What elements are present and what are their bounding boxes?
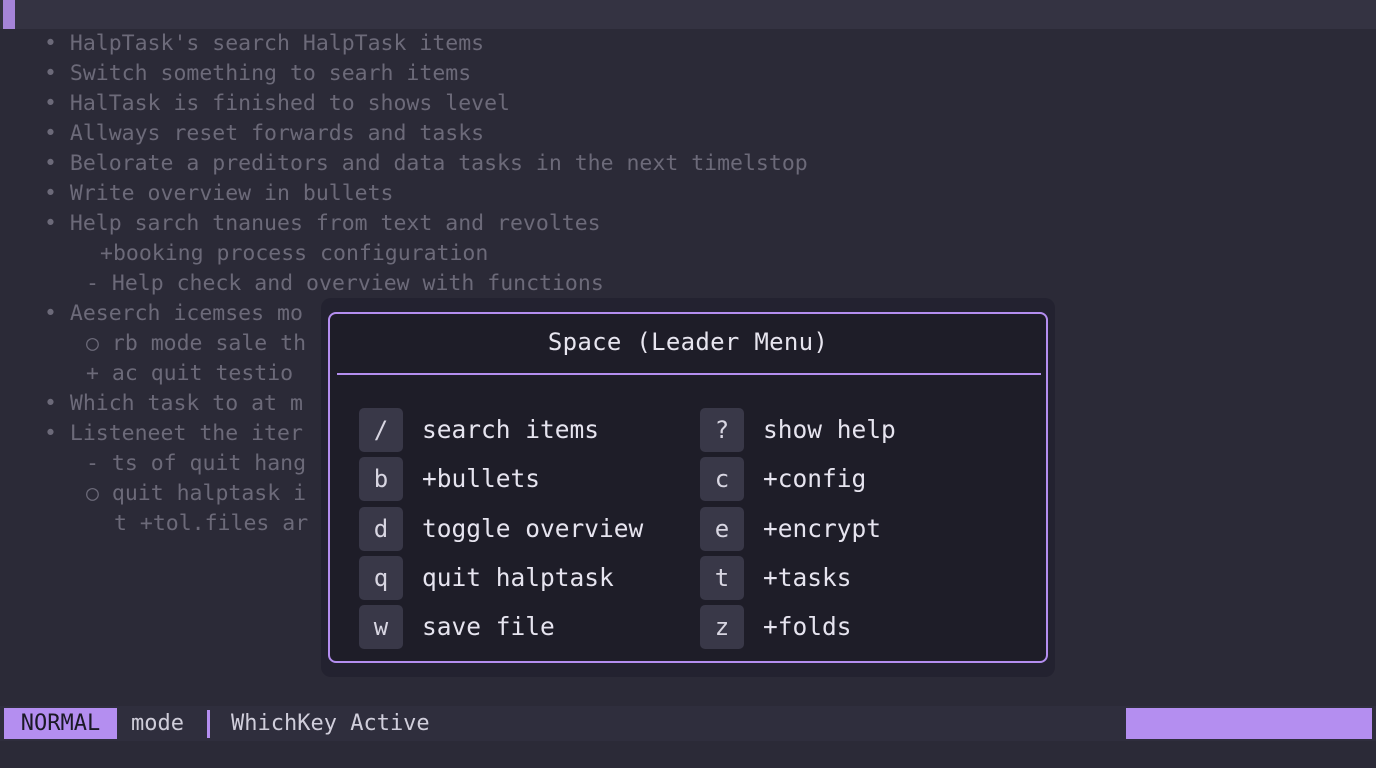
menu-entry-label: toggle overview [422,514,644,543]
keycap: / [359,408,403,452]
menu-entry-save[interactable]: w save file [359,605,679,649]
editor-line: • Allways reset forwards and tasks [44,121,485,146]
status-text: WhichKey Active [231,711,430,736]
menu-entry-label: +encrypt [763,514,882,543]
editor-line: • Write overview in bullets [44,181,394,206]
editor-line: • Aeserch icemses mo [44,301,303,326]
menu-entry-tasks[interactable]: t +tasks [700,556,1020,600]
editor-line: - Help check and overview with functions [86,271,604,296]
menu-entry-label: +config [763,464,867,493]
menu-entry-config[interactable]: c +config [700,457,1020,501]
editor-line: • Which task to at m [44,391,303,416]
editor-line: +booking process configuration [100,241,489,266]
menu-entry-quit[interactable]: q quit halptask [359,556,679,600]
keycap: ? [700,408,744,452]
top-bar [0,0,1376,29]
editor-line: • Switch something to searh items [44,61,472,86]
command-line[interactable] [0,741,1376,768]
menu-entry-label: save file [422,612,555,641]
keycap: c [700,457,744,501]
menu-entry-label: +folds [763,612,852,641]
editor-line: • HalTask is finished to shows level [44,91,510,116]
menu-entry-label: +bullets [422,464,541,493]
status-right-block [1126,708,1372,739]
editor-line: ○ quit halptask i [86,481,307,506]
keycap: b [359,457,403,501]
menu-entry-label: quit halptask [422,563,614,592]
menu-entry-help[interactable]: ? show help [700,408,1020,452]
menu-entry-encrypt[interactable]: e +encrypt [700,507,1020,551]
status-line: NORMAL mode WhichKey Active [0,706,1376,741]
menu-entry-label: search items [422,415,600,444]
menu-entry-label: show help [763,415,896,444]
status-divider [207,710,210,738]
keycap: z [700,605,744,649]
mode-badge: NORMAL [4,708,117,739]
keycap: q [359,556,403,600]
editor-line: • Listeneet the iter [44,421,303,446]
editor-line: + ac quit testio [86,361,294,386]
editor-line: t +tol.files ar [114,511,309,536]
leader-menu-title: Space (Leader Menu) [547,328,829,356]
cursor [3,0,15,29]
keycap: e [700,507,744,551]
menu-entry-toggle-overview[interactable]: d toggle overview [359,507,679,551]
editor-line: ○ rb mode sale th [86,331,307,356]
keycap: w [359,605,403,649]
keycap: t [700,556,744,600]
menu-entry-folds[interactable]: z +folds [700,605,1020,649]
leader-menu: Space (Leader Menu) / search items b +bu… [328,312,1048,663]
editor-line: • Help sarch tnanues from text and revol… [44,211,601,236]
mode-label: mode [131,711,184,736]
menu-entry-search[interactable]: / search items [359,408,679,452]
editor-line: • Belorate a preditors and data tasks in… [44,151,808,176]
leader-menu-divider [337,373,1041,375]
menu-entry-label: +tasks [763,563,852,592]
editor-line: • HalpTask's search HalpTask items [44,31,485,56]
menu-entry-bullets[interactable]: b +bullets [359,457,679,501]
keycap: d [359,507,403,551]
editor-line: - ts of quit hang [86,451,307,476]
